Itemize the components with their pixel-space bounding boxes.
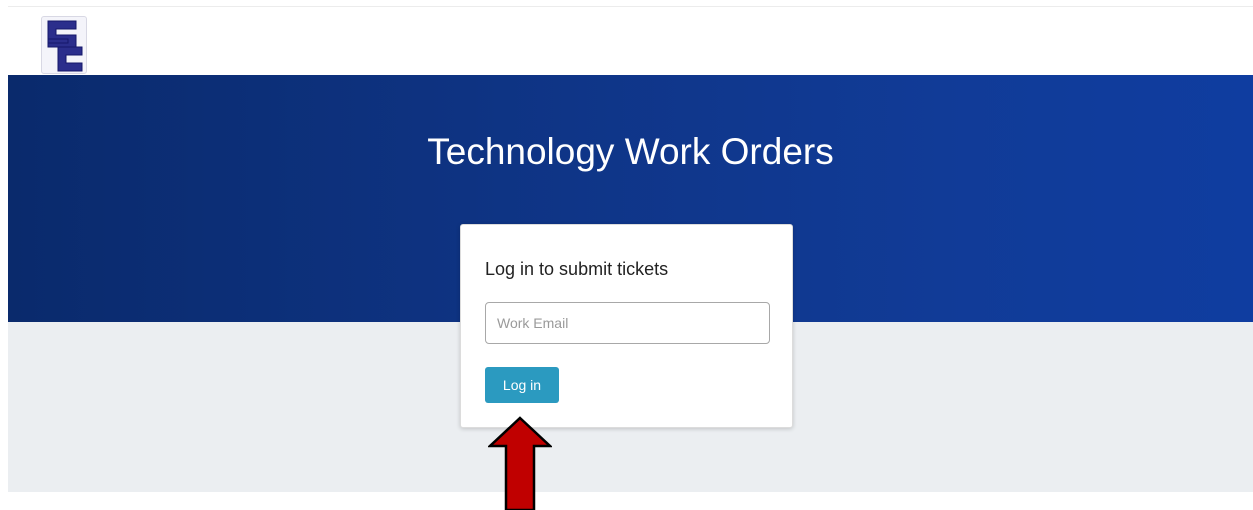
work-email-input[interactable]	[485, 302, 770, 344]
login-card: Log in to submit tickets Log in	[460, 224, 793, 428]
page: Technology Work Orders Log in to submit …	[0, 0, 1253, 510]
sc-logo-graphic	[47, 20, 83, 72]
sc-logo-icon[interactable]	[41, 16, 87, 74]
top-navbar	[8, 6, 1253, 76]
login-button[interactable]: Log in	[485, 367, 559, 403]
login-card-title: Log in to submit tickets	[485, 259, 669, 279]
red-up-arrow-icon	[488, 416, 552, 510]
page-title: Technology Work Orders	[427, 131, 834, 172]
